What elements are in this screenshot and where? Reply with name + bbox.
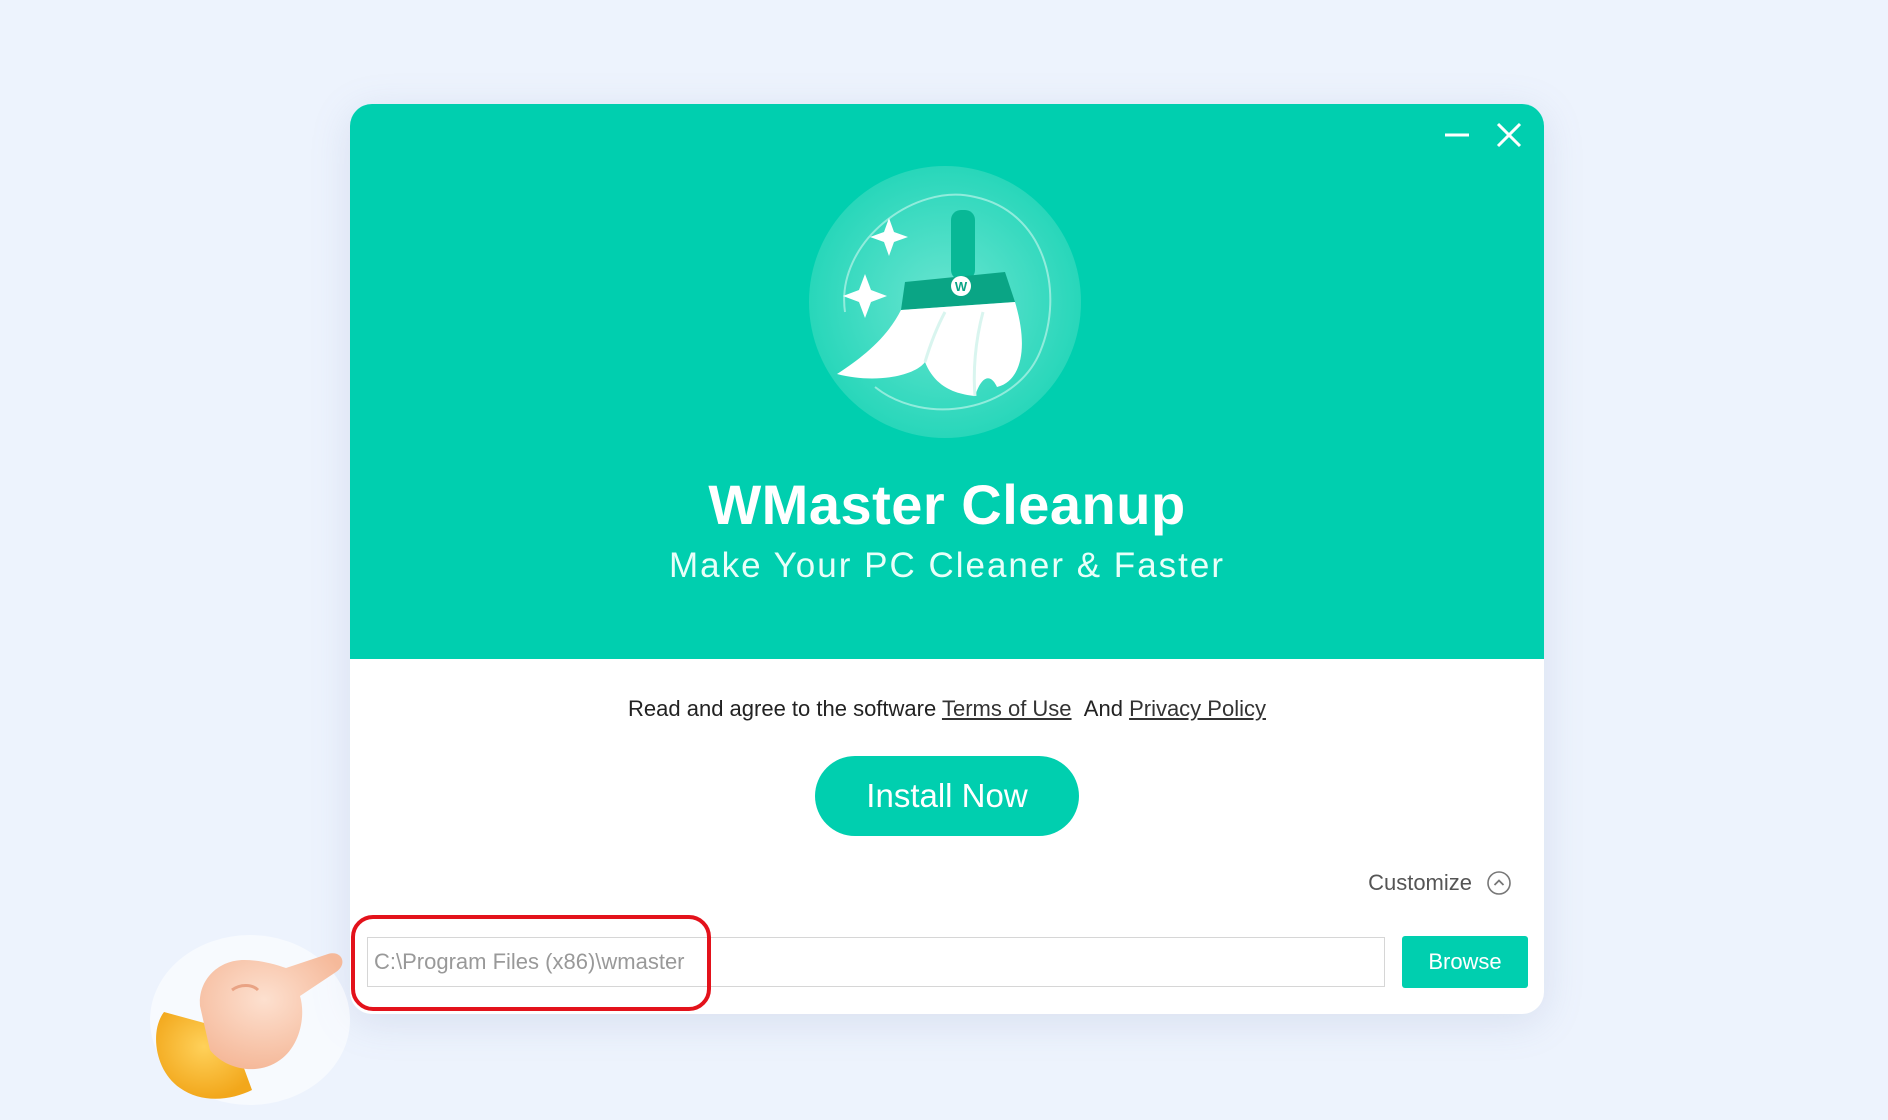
- customize-label: Customize: [1368, 870, 1472, 895]
- install-now-button[interactable]: Install Now: [815, 756, 1079, 836]
- agreement-prefix: Read and agree to the software: [628, 696, 937, 721]
- installer-window: W WMaster Cleanup Make Your PC Cleaner &…: [350, 104, 1544, 1014]
- minimize-icon: [1445, 133, 1469, 137]
- svg-text:W: W: [955, 279, 968, 294]
- terms-of-use-link[interactable]: Terms of Use: [942, 696, 1072, 721]
- broom-logo-icon: W: [809, 166, 1081, 438]
- app-subtitle: Make Your PC Cleaner & Faster: [668, 546, 1225, 585]
- hero-banner: W WMaster Cleanup Make Your PC Cleaner &…: [350, 104, 1544, 659]
- chevron-up-icon: [1487, 871, 1511, 895]
- close-icon: [1496, 122, 1522, 148]
- minimize-button[interactable]: [1440, 118, 1474, 152]
- browse-button[interactable]: Browse: [1402, 936, 1528, 988]
- agreement-and: And: [1083, 696, 1123, 721]
- app-title: WMaster Cleanup: [708, 473, 1186, 536]
- close-button[interactable]: [1492, 118, 1526, 152]
- customize-toggle[interactable]: Customize: [1368, 870, 1512, 896]
- pointing-hand-icon: [150, 935, 350, 1105]
- path-highlight-box: [351, 915, 711, 1011]
- privacy-policy-link[interactable]: Privacy Policy: [1129, 696, 1266, 721]
- agreement-text: Read and agree to the software Terms of …: [350, 696, 1544, 722]
